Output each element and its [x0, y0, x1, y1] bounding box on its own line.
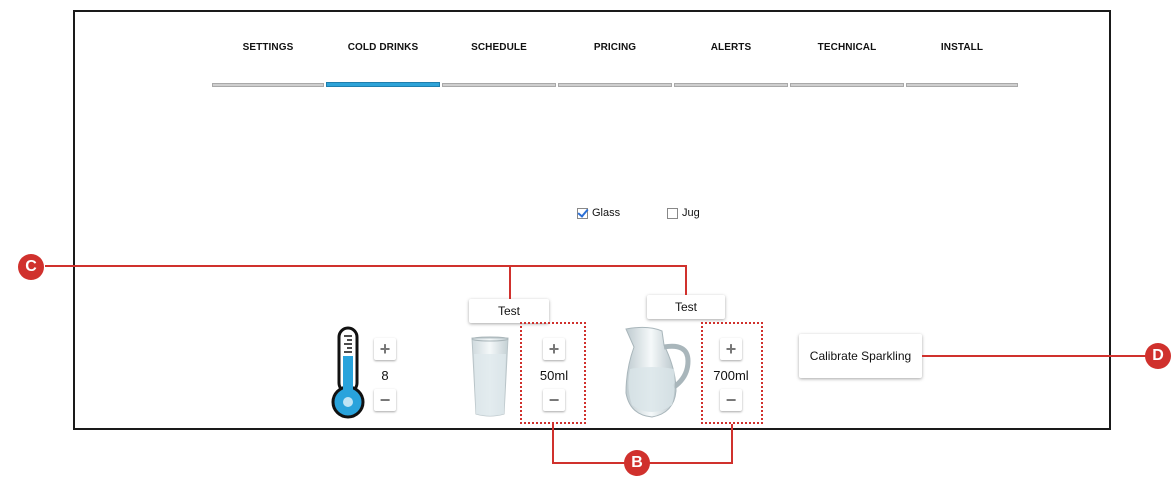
calibrate-sparkling-button[interactable]: Calibrate Sparkling	[799, 334, 922, 378]
callout-d-badge: D	[1145, 343, 1171, 369]
jug-volume-highlight	[701, 322, 763, 424]
glass-icon	[471, 336, 509, 417]
jug-option[interactable]: Jug	[667, 207, 700, 219]
tab-settings[interactable]: SETTINGS	[212, 42, 324, 53]
glass-option[interactable]: Glass	[577, 207, 620, 219]
callout-c-badge: C	[18, 254, 44, 280]
tab-pricing[interactable]: PRICING	[558, 42, 672, 53]
callout-d-line	[922, 355, 1148, 357]
tab-underline-cold-drinks-active	[326, 82, 440, 87]
tab-cold-drinks[interactable]: COLD DRINKS	[326, 42, 440, 53]
thermometer-icon	[331, 326, 365, 419]
tab-underline-settings	[212, 83, 324, 87]
tab-underline-alerts	[674, 83, 788, 87]
tab-underline-install	[906, 83, 1018, 87]
callout-c-drop-glass	[509, 265, 511, 299]
callout-b-drop-glass	[552, 424, 554, 464]
callout-b-drop-jug	[731, 424, 733, 464]
callout-c-drop-jug	[685, 265, 687, 295]
jug-icon	[625, 326, 691, 418]
glass-checkbox[interactable]	[577, 207, 588, 219]
tab-underline-pricing	[558, 83, 672, 87]
temperature-plus-button[interactable]: +	[374, 338, 396, 360]
tab-install[interactable]: INSTALL	[906, 42, 1018, 53]
glass-test-button[interactable]: Test	[469, 299, 549, 323]
tab-alerts[interactable]: ALERTS	[674, 42, 788, 53]
temperature-minus-button[interactable]: −	[374, 389, 396, 411]
tab-underline-technical	[790, 83, 904, 87]
callout-b-badge: B	[624, 450, 650, 476]
app-window	[73, 10, 1111, 430]
jug-checkbox[interactable]	[667, 207, 678, 219]
tab-schedule[interactable]: SCHEDULE	[442, 42, 556, 53]
jug-test-button[interactable]: Test	[647, 295, 725, 319]
tab-technical[interactable]: TECHNICAL	[790, 42, 904, 53]
temperature-value: 8	[381, 368, 389, 383]
callout-c-line	[45, 265, 687, 267]
tab-underline-schedule	[442, 83, 556, 87]
glass-option-label: Glass	[592, 207, 621, 219]
jug-option-label: Jug	[682, 207, 700, 219]
glass-volume-highlight	[520, 322, 586, 424]
